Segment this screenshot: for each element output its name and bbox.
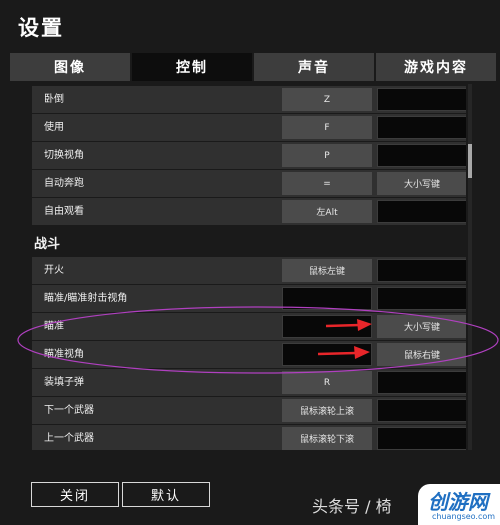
keybind-row-prone: 卧倒 Z — [32, 86, 466, 113]
primary-key-slot[interactable]: Z — [282, 88, 372, 111]
logo-text: 创游网 — [428, 490, 488, 514]
keybind-row-aim: 瞄准 大小写键 — [32, 313, 466, 340]
primary-key-slot[interactable]: R — [282, 371, 372, 394]
secondary-key-slot[interactable] — [377, 427, 466, 450]
keybind-row-previous-weapon: 上一个武器 鼠标滚轮下滚 — [32, 425, 466, 450]
keybind-row-fire: 开火 鼠标左键 — [32, 257, 466, 284]
tab-controls[interactable]: 控制 — [132, 53, 252, 81]
settings-tabs: 图像 控制 声音 游戏内容 — [10, 53, 496, 81]
keybind-label: 瞄准/瞄准射击视角 — [44, 293, 128, 304]
keybind-row-next-weapon: 下一个武器 鼠标滚轮上滚 — [32, 397, 466, 424]
keybind-row-aim-view: 瞄准视角 鼠标右键 — [32, 341, 466, 368]
keybind-label: 使用 — [44, 122, 64, 133]
secondary-key-slot[interactable]: 鼠标右键 — [377, 343, 466, 366]
primary-key-slot[interactable]: 鼠标滚轮下滚 — [282, 427, 372, 450]
secondary-key-slot[interactable] — [377, 88, 466, 111]
primary-key-slot[interactable] — [282, 287, 372, 310]
close-button[interactable]: 关闭 — [31, 482, 119, 507]
reset-default-button[interactable]: 默认 — [122, 482, 210, 507]
keybind-label: 卧倒 — [44, 94, 64, 105]
primary-key-slot[interactable] — [282, 315, 372, 338]
scrollbar-thumb[interactable] — [468, 144, 472, 178]
list-scrollbar[interactable] — [468, 84, 472, 450]
primary-key-slot[interactable]: F — [282, 116, 372, 139]
keybind-row-aim-scope-view: 瞄准/瞄准射击视角 — [32, 285, 466, 312]
keybind-label: 自动奔跑 — [44, 178, 84, 189]
watermark-text: 头条号 / 椅 — [312, 497, 392, 516]
keybinding-list: 卧倒 Z 使用 F 切换视角 P 自动奔跑 = 大小写键 自由观看 左Alt 战… — [26, 84, 466, 450]
keybind-row-free-look: 自由观看 左Alt — [32, 198, 466, 225]
keybind-label: 切换视角 — [44, 150, 84, 161]
site-logo: 创游网 chuangseo.com — [418, 484, 500, 525]
primary-key-slot[interactable]: 左Alt — [282, 200, 372, 223]
keybind-row-auto-run: 自动奔跑 = 大小写键 — [32, 170, 466, 197]
primary-key-slot[interactable]: 鼠标左键 — [282, 259, 372, 282]
section-heading-combat: 战斗 — [34, 237, 61, 252]
secondary-key-slot[interactable] — [377, 200, 466, 223]
secondary-key-slot[interactable] — [377, 371, 466, 394]
secondary-key-slot[interactable] — [377, 399, 466, 422]
secondary-key-slot[interactable]: 大小写键 — [377, 315, 466, 338]
secondary-key-slot[interactable] — [377, 259, 466, 282]
settings-title: 设置 — [18, 16, 64, 40]
secondary-key-slot[interactable]: 大小写键 — [377, 172, 466, 195]
keybind-label: 开火 — [44, 265, 64, 276]
keybind-row-use: 使用 F — [32, 114, 466, 141]
keybind-label: 下一个武器 — [44, 405, 94, 416]
primary-key-slot[interactable]: P — [282, 144, 372, 167]
primary-key-slot[interactable]: 鼠标滚轮上滚 — [282, 399, 372, 422]
keybind-label: 瞄准 — [44, 321, 64, 332]
secondary-key-slot[interactable] — [377, 144, 466, 167]
logo-domain: chuangseo.com — [432, 512, 496, 521]
tab-gameplay[interactable]: 游戏内容 — [376, 53, 496, 81]
keybind-label: 装填子弹 — [44, 377, 84, 388]
tab-graphics[interactable]: 图像 — [10, 53, 130, 81]
keybind-label: 上一个武器 — [44, 433, 94, 444]
primary-key-slot[interactable] — [282, 343, 372, 366]
secondary-key-slot[interactable] — [377, 287, 466, 310]
primary-key-slot[interactable]: = — [282, 172, 372, 195]
secondary-key-slot[interactable] — [377, 116, 466, 139]
keybind-row-reload: 装填子弹 R — [32, 369, 466, 396]
keybind-label: 自由观看 — [44, 206, 84, 217]
tab-sound[interactable]: 声音 — [254, 53, 374, 81]
keybind-label: 瞄准视角 — [44, 349, 84, 360]
keybind-row-toggle-view: 切换视角 P — [32, 142, 466, 169]
